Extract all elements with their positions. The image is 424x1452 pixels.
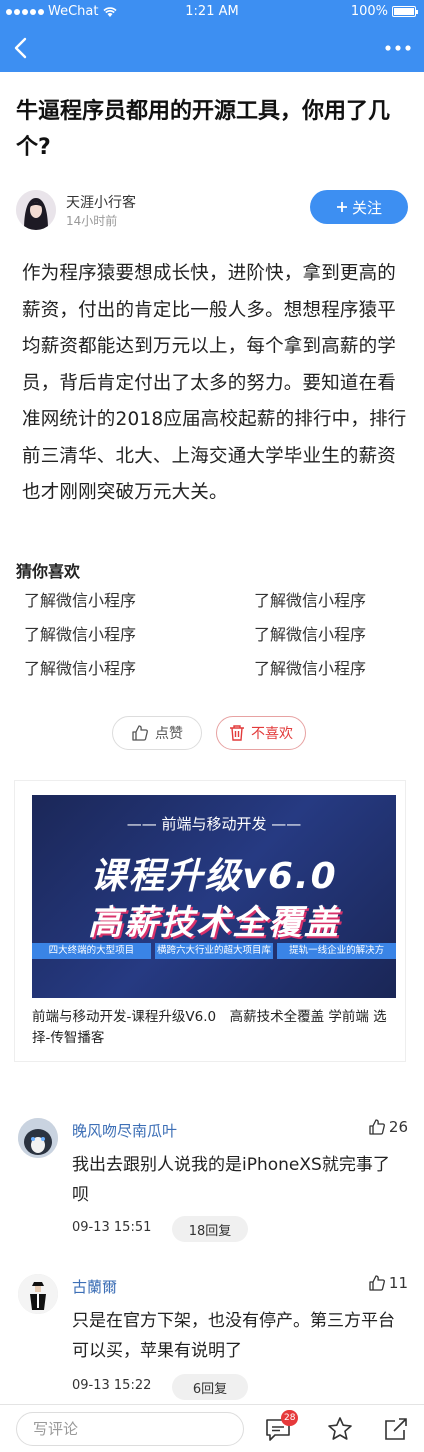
ad-banner-subtitle: —— 前端与移动开发 —— xyxy=(126,815,302,833)
comment-like-button[interactable]: 26 xyxy=(368,1118,408,1136)
ad-caption[interactable]: 前端与移动开发-课程升级V6.0 高薪技术全覆盖 学前端 选择-传智播客 xyxy=(32,1007,392,1049)
bottom-bar: 写评论 xyxy=(0,1404,424,1452)
guess-section-title: 猜你喜欢 xyxy=(16,562,81,581)
more-icon[interactable] xyxy=(382,34,414,62)
follow-button[interactable]: 关注 xyxy=(310,190,408,224)
author-avatar-image xyxy=(16,190,56,230)
comment-item: 古蘭爾 11 只是在官方下架，也没有停产。第三方平台可以买，苹果有说明了 09-… xyxy=(18,1274,410,1400)
status-bar: WeChat 1:21 AM 100% xyxy=(0,0,424,24)
ad-banner-features: 四大终端的大型项目 横跨六大行业的超大项目库 提轨一线企业的解决方 xyxy=(32,943,396,959)
ad-card[interactable]: —— 前端与移动开发 —— 课程升级v6.0 高薪技术全覆盖 四大终端的大型项目… xyxy=(14,780,406,1062)
comment-item: 晚风吻尽南瓜叶 26 我出去跟别人说我的是iPhoneXS就完事了呗 09-13… xyxy=(18,1118,410,1258)
dislike-button[interactable]: 不喜欢 xyxy=(216,716,306,750)
guess-item[interactable]: 了解微信小程序 xyxy=(24,590,254,612)
comment-reply-button[interactable]: 18回复 xyxy=(172,1216,248,1242)
comment-like-button[interactable]: 11 xyxy=(368,1274,408,1292)
plus-icon xyxy=(336,202,347,212)
battery-fill xyxy=(394,8,414,15)
guess-item[interactable]: 了解微信小程序 xyxy=(254,624,408,646)
ad-feature: 横跨六大行业的超大项目库 xyxy=(154,943,274,959)
thumbs-up-icon xyxy=(369,1275,385,1291)
back-icon[interactable] xyxy=(8,34,36,62)
ad-banner-tagline: 高薪技术全覆盖 xyxy=(88,903,340,943)
guess-item[interactable]: 了解微信小程序 xyxy=(24,624,254,646)
write-comment-input[interactable]: 写评论 xyxy=(16,1412,244,1446)
commenter-avatar-image xyxy=(18,1118,58,1158)
ad-feature: 提轨一线企业的解决方 xyxy=(277,943,396,959)
dislike-label: 不喜欢 xyxy=(251,726,293,742)
share-icon[interactable] xyxy=(382,1415,410,1443)
comment-time: 09-13 15:51 xyxy=(72,1220,152,1235)
author-name[interactable]: 天涯小行客 xyxy=(66,192,136,212)
follow-label: 关注 xyxy=(351,198,382,217)
ad-banner-headline: 课程升级v6.0 xyxy=(90,856,338,897)
commenter-avatar[interactable] xyxy=(18,1118,58,1158)
ad-banner[interactable]: —— 前端与移动开发 —— 课程升级v6.0 高薪技术全覆盖 四大终端的大型项目… xyxy=(32,795,396,998)
guess-item[interactable]: 了解微信小程序 xyxy=(254,658,408,680)
thumbs-up-icon xyxy=(132,725,148,741)
battery-icon xyxy=(392,6,418,17)
author-row: 天涯小行客 14小时前 关注 xyxy=(16,190,408,234)
ad-feature: 四大终端的大型项目 xyxy=(32,943,151,959)
guess-list: 了解微信小程序 了解微信小程序 了解微信小程序 了解微信小程序 了解微信小程序 … xyxy=(24,590,408,680)
article-body: 作为程序猿要想成长快，进阶快，拿到更高的薪资，付出的肯定比一般人多。想想程序猿平… xyxy=(22,263,407,503)
trash-icon xyxy=(230,725,244,741)
article-title: 牛逼程序员都用的开源工具，你用了几个? xyxy=(16,99,391,160)
comment-reply-button[interactable]: 6回复 xyxy=(172,1374,248,1400)
comment-like-count: 11 xyxy=(388,1274,408,1292)
post-time: 14小时前 xyxy=(66,214,118,228)
commenter-avatar[interactable] xyxy=(18,1274,58,1314)
comment-text: 我出去跟别人说我的是iPhoneXS就完事了呗 xyxy=(72,1155,390,1205)
commenter-avatar-image xyxy=(18,1274,58,1314)
like-label: 点赞 xyxy=(155,726,183,742)
nav-bar xyxy=(0,24,424,72)
like-button[interactable]: 点赞 xyxy=(112,716,202,750)
commenter-name[interactable]: 晚风吻尽南瓜叶 xyxy=(72,1120,177,1141)
thumbs-up-icon xyxy=(369,1119,385,1135)
comment-text: 只是在官方下架，也没有停产。第三方平台可以买，苹果有说明了 xyxy=(72,1311,395,1361)
battery-group: 100% xyxy=(350,4,418,19)
star-icon[interactable] xyxy=(326,1415,354,1443)
guess-item[interactable]: 了解微信小程序 xyxy=(254,590,408,612)
battery-percent: 100% xyxy=(350,4,388,19)
comment-time: 09-13 15:22 xyxy=(72,1378,152,1393)
commenter-name[interactable]: 古蘭爾 xyxy=(72,1276,117,1297)
guess-item[interactable]: 了解微信小程序 xyxy=(24,658,254,680)
author-avatar[interactable] xyxy=(16,190,56,230)
comment-like-count: 26 xyxy=(388,1118,408,1136)
